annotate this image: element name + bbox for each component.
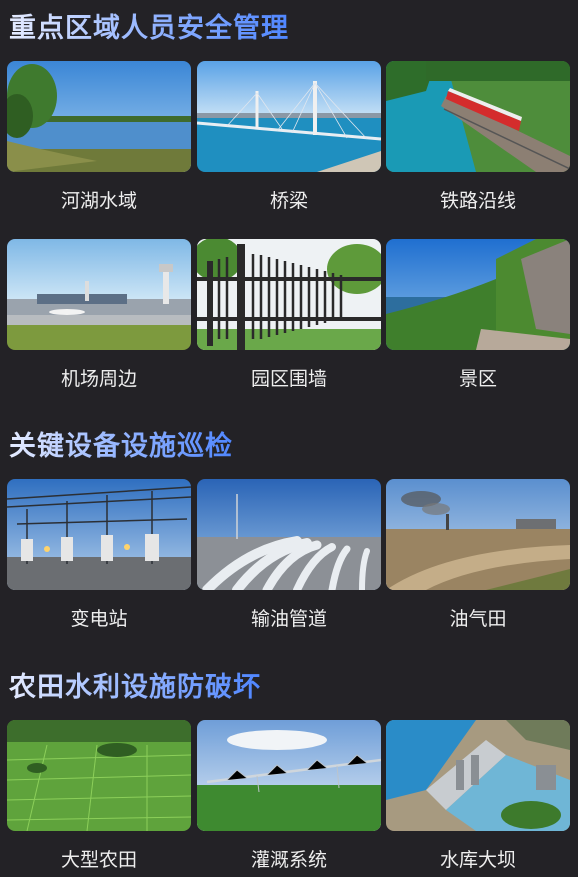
tile-irrigation[interactable]: 灌溉系统 [197, 720, 381, 872]
farmland-image [7, 720, 191, 831]
tile-oil-pipeline[interactable]: 输油管道 [197, 479, 381, 631]
substation-image [7, 479, 191, 590]
oil-pipeline-image [197, 479, 381, 590]
tile-railway[interactable]: 铁路沿线 [386, 61, 570, 213]
tile-label: 水库大坝 [439, 849, 516, 871]
oilfield-image [386, 479, 570, 590]
tile-oil-gas-field[interactable]: 油气田 [386, 479, 570, 631]
tile-bridge[interactable]: 桥梁 [197, 61, 381, 213]
tile-park-fence[interactable]: 园区围墙 [197, 239, 381, 391]
tile-label: 输油管道 [250, 608, 327, 630]
tile-substation[interactable]: 变电站 [7, 479, 191, 631]
airport-image [7, 239, 191, 350]
cable-bridge-image [197, 61, 381, 172]
section-title-key-equipment: 关键设备设施巡检 [9, 424, 233, 463]
tile-label: 灌溉系统 [250, 849, 327, 871]
coastal-cliff-image [386, 239, 570, 350]
tile-airport[interactable]: 机场周边 [7, 239, 191, 391]
tile-large-farmland[interactable]: 大型农田 [7, 720, 191, 872]
tile-reservoir-dam[interactable]: 水库大坝 [386, 720, 570, 872]
irrigation-image [197, 720, 381, 831]
reservoir-dam-image [386, 720, 570, 831]
tile-scenic-area[interactable]: 景区 [386, 239, 570, 391]
tile-river-lake[interactable]: 河湖水域 [7, 61, 191, 213]
lake-shore-image [7, 61, 191, 172]
section-title-farmland-water: 农田水利设施防破坏 [9, 665, 261, 704]
tile-label: 大型农田 [60, 849, 137, 871]
tile-label: 铁路沿线 [439, 190, 516, 212]
tile-label: 油气田 [449, 608, 507, 630]
section-title-key-areas: 重点区域人员安全管理 [9, 6, 289, 45]
tile-label: 机场周边 [60, 368, 137, 390]
tile-label: 桥梁 [269, 190, 308, 212]
tile-label: 园区围墙 [250, 368, 327, 390]
tile-label: 景区 [458, 368, 497, 390]
tile-label: 变电站 [70, 608, 128, 630]
tile-label: 河湖水域 [60, 190, 137, 212]
iron-fence-image [197, 239, 381, 350]
railway-train-image [386, 61, 570, 172]
